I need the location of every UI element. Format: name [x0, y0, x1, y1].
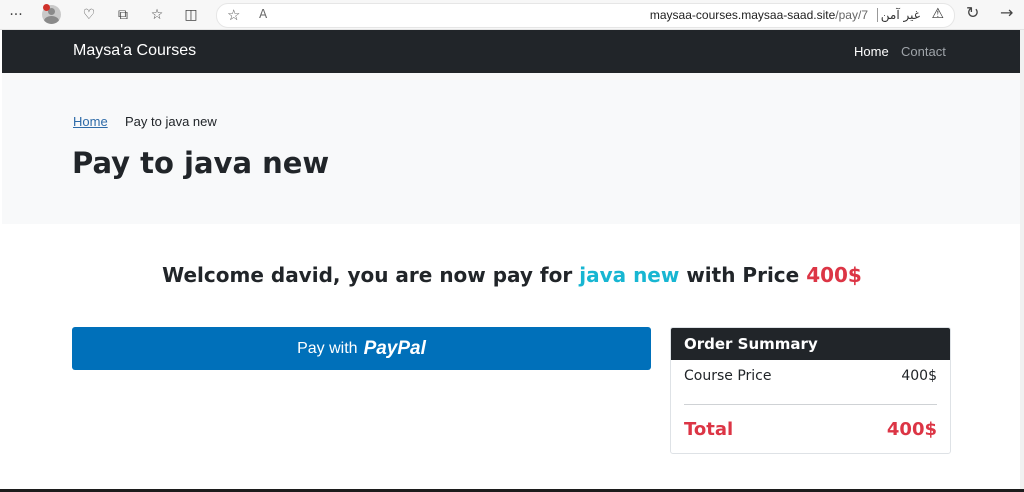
page-title: Pay to java new: [72, 146, 330, 180]
welcome-prefix: Welcome david, you are now pay for: [162, 263, 573, 287]
url-text[interactable]: maysaa-courses.maysaa-saad.site/pay/7: [650, 8, 868, 22]
address-bar[interactable]: ☆ A maysaa-courses.maysaa-saad.site/pay/…: [216, 3, 955, 28]
address-separator: [877, 8, 878, 22]
welcome-middle: with Price: [686, 263, 800, 287]
notification-dot: [43, 4, 50, 11]
paypal-logo-text: PayPal: [363, 337, 426, 359]
page-header: Home Pay to java new Pay to java new: [2, 73, 1020, 224]
total-label: Total: [684, 419, 734, 440]
scrollbar-track[interactable]: [1020, 30, 1024, 489]
add-favorite-icon[interactable]: ☆: [227, 6, 240, 24]
not-secure-label[interactable]: غير آمن: [881, 8, 920, 22]
site-navbar: Maysa'a Courses Home Contact: [2, 30, 1020, 73]
course-price-label: Course Price: [684, 368, 772, 384]
summary-divider: [684, 404, 937, 405]
forward-arrow-icon[interactable]: →: [1000, 3, 1013, 22]
url-domain: maysaa-courses.maysaa-saad.site: [649, 8, 836, 22]
paypal-button-prefix: Pay with: [297, 339, 358, 357]
total-row: Total 400$: [684, 419, 937, 440]
read-aloud-icon[interactable]: A: [259, 7, 267, 21]
total-value: 400$: [886, 419, 937, 440]
breadcrumb-current: Pay to java new: [125, 114, 217, 129]
course-price-value: 400$: [901, 368, 937, 384]
brand-link[interactable]: Maysa'a Courses: [73, 42, 196, 60]
order-summary-title: Order Summary: [671, 328, 950, 360]
course-price-row: Course Price 400$: [684, 368, 937, 384]
course-price: 400$: [806, 263, 862, 287]
paypal-button[interactable]: Pay with PayPal: [72, 327, 651, 370]
nav-link-home[interactable]: Home: [854, 44, 889, 59]
more-menu-icon[interactable]: ···: [5, 4, 27, 26]
url-path: /pay/7: [835, 8, 868, 22]
order-summary-card: Order Summary Course Price 400$ Total 40…: [670, 327, 951, 454]
course-name: java new: [579, 263, 680, 287]
browser-toolbar: ··· ♡ ⧉ ☆ ◫ ☆ A maysaa-courses.maysaa-sa…: [0, 0, 1024, 30]
breadcrumb-home-link[interactable]: Home: [73, 114, 108, 129]
favorites-icon[interactable]: ☆: [146, 4, 168, 26]
nav-link-contact[interactable]: Contact: [901, 44, 946, 59]
heart-extension-icon[interactable]: ♡: [78, 4, 100, 26]
refresh-icon[interactable]: ↻: [966, 3, 979, 22]
warning-icon[interactable]: ⚠: [931, 6, 944, 22]
welcome-message: Welcome david, you are now pay for java …: [0, 263, 1024, 287]
split-screen-icon[interactable]: ◫: [180, 4, 202, 26]
collections-icon[interactable]: ⧉: [112, 4, 134, 26]
